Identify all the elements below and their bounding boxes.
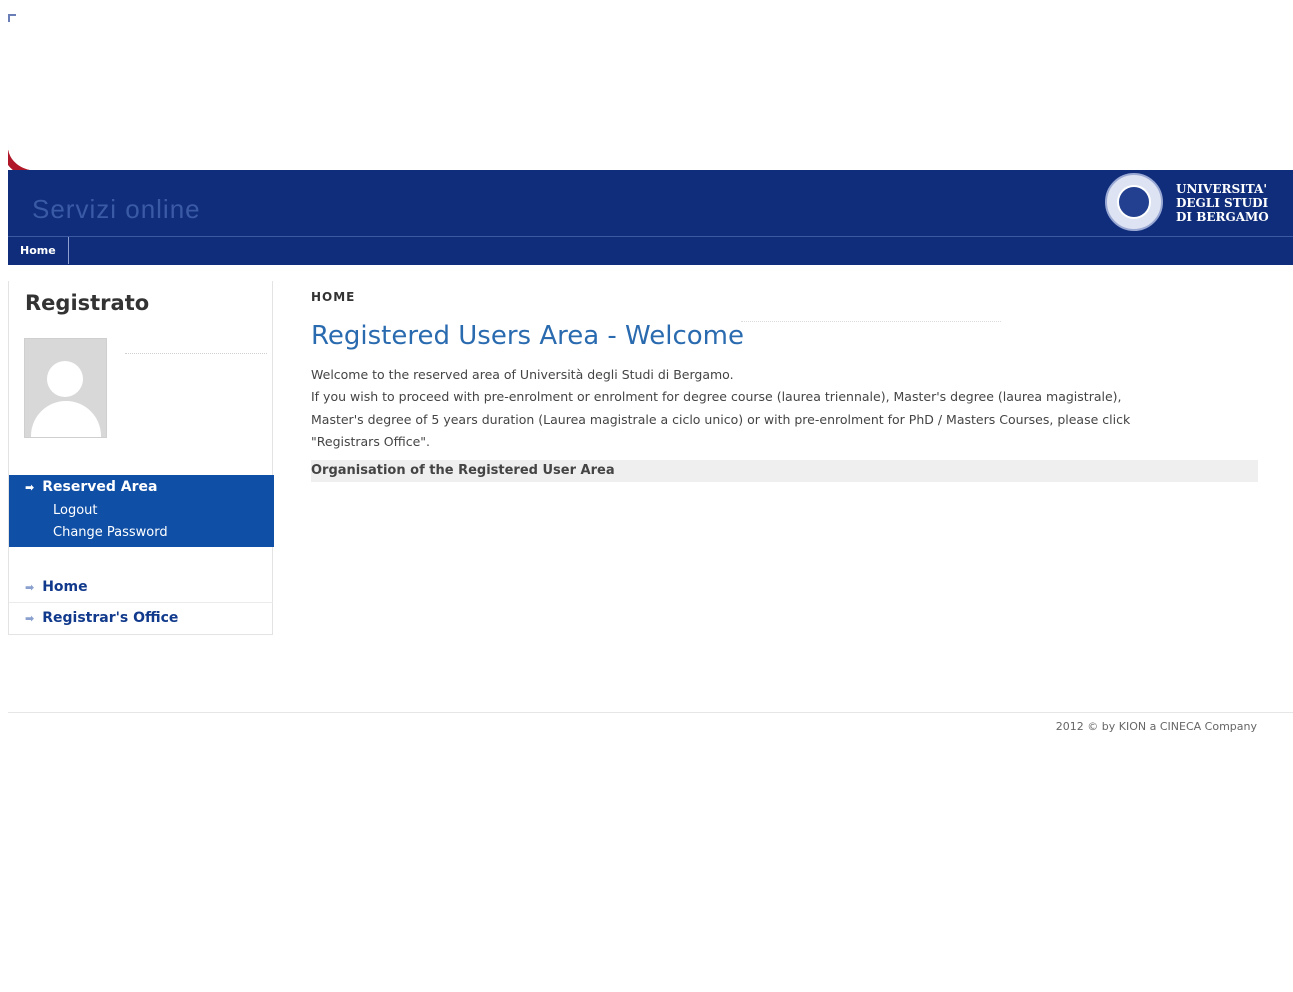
footer-copyright: 2012 © by KION a CINECA Company <box>1055 720 1257 733</box>
reserved-area-header[interactable]: ➡ Reserved Area <box>25 479 157 495</box>
arrow-right-icon: ➡ <box>25 581 35 594</box>
divider <box>9 602 273 603</box>
sidebar-item-label: Home <box>42 579 88 595</box>
info-text-line: "Registrars Office". <box>311 434 431 449</box>
nav-item-home[interactable]: Home <box>8 237 69 264</box>
arrow-right-icon: ➡ <box>25 612 35 625</box>
info-text-line: If you wish to proceed with pre-enrolmen… <box>311 389 1122 404</box>
university-name[interactable]: UNIVERSITA' DEGLI STUDI DI BERGAMO <box>1176 182 1269 224</box>
change-password-link[interactable]: Change Password <box>53 525 168 540</box>
avatar-head-icon <box>47 361 83 397</box>
divider <box>125 353 267 354</box>
divider <box>741 321 1001 322</box>
avatar <box>24 338 107 438</box>
user-role-title: Registrato <box>25 291 150 315</box>
breadcrumb: HOME <box>311 290 356 304</box>
footer-divider <box>8 712 1293 713</box>
reserved-area-menu: ➡ Reserved Area Logout Change Password <box>9 475 274 547</box>
main-content: HOME Registered Users Area - Welcome Wel… <box>311 290 1259 482</box>
welcome-text: Welcome to the reserved area of Universi… <box>311 367 734 382</box>
university-name-line: DI BERGAMO <box>1176 210 1269 224</box>
logout-link[interactable]: Logout <box>53 503 98 518</box>
top-nav: Home <box>8 236 1293 265</box>
sidebar-item-label: Registrar's Office <box>42 610 179 626</box>
arrow-right-icon: ➡ <box>25 481 35 494</box>
site-header: Servizi online UNIVERSITA' DEGLI STUDI D… <box>8 170 1293 236</box>
sidebar-item-home[interactable]: ➡ Home <box>25 579 88 595</box>
university-name-line: UNIVERSITA' <box>1176 182 1268 196</box>
section-header: Organisation of the Registered User Area <box>311 460 1258 482</box>
university-name-line: DEGLI STUDI <box>1176 196 1269 210</box>
header-curve-decoration <box>8 150 38 171</box>
sidebar: Registrato ➡ Reserved Area Logout Change … <box>8 281 274 635</box>
site-title: Servizi online <box>32 194 201 224</box>
page-title: Registered Users Area - Welcome <box>311 321 744 351</box>
university-seal-icon[interactable] <box>1105 173 1163 231</box>
avatar-body-icon <box>31 401 101 437</box>
reserved-area-label: Reserved Area <box>42 479 158 495</box>
sidebar-item-registrars-office[interactable]: ➡ Registrar's Office <box>25 610 178 626</box>
corner-mark-icon <box>8 14 16 22</box>
info-text-line: Master's degree of 5 years duration (Lau… <box>311 412 1131 427</box>
section-title: Organisation of the Registered User Area <box>311 463 615 478</box>
